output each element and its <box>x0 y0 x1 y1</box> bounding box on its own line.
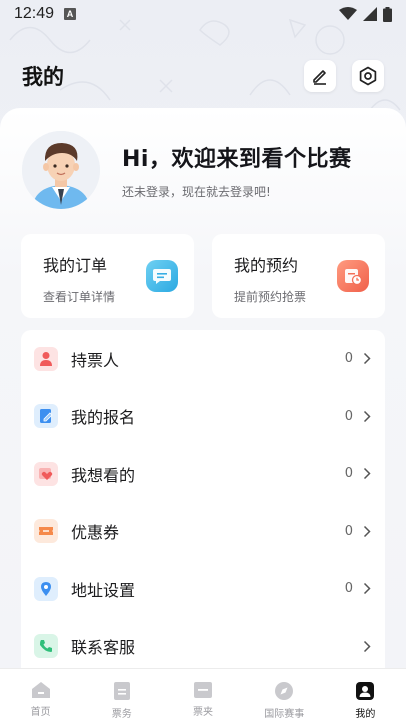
chevron-right-icon <box>363 583 371 595</box>
profile-icon <box>356 682 375 700</box>
greeting-text: Hi，欢迎来到看个比赛 <box>122 146 352 172</box>
tab-label: 首页 <box>30 707 51 718</box>
menu-label: 联系客服 <box>71 638 136 658</box>
pencil-icon <box>313 70 326 85</box>
notification-icon: A <box>64 8 77 20</box>
menu-count: 0 <box>344 408 353 424</box>
tab-international[interactable]: 国际赛事 <box>244 669 325 723</box>
login-prompt[interactable]: 还未登录，现在就去登录吧! <box>122 183 351 200</box>
menu-item-customer-service[interactable]: 联系客服 <box>21 618 385 676</box>
wifi-icon <box>339 7 357 20</box>
chevron-right-icon <box>363 410 371 422</box>
registration-icon <box>34 404 58 429</box>
menu-list: 持票人 0 我的报名 0 我想看的 0 优惠券 0 地址设置 0 联系客服 <box>21 330 385 690</box>
menu-item-coupons[interactable]: 优惠券 0 <box>21 503 385 561</box>
ticket-holder-icon <box>34 346 58 371</box>
menu-label: 我想看的 <box>71 465 136 485</box>
reservation-icon <box>337 260 369 292</box>
tab-profile[interactable]: 我的 <box>325 669 406 723</box>
page-header: 我的 <box>0 56 406 96</box>
battery-icon <box>383 6 392 22</box>
avatar-illustration <box>22 131 100 209</box>
menu-count: 0 <box>344 466 353 482</box>
page-title: 我的 <box>22 65 64 89</box>
my-reservations-card[interactable]: 我的预约 提前预约抢票 <box>212 234 385 318</box>
menu-item-ticket-holder[interactable]: 持票人 0 <box>21 330 385 388</box>
menu-count: 0 <box>344 523 353 539</box>
my-orders-card[interactable]: 我的订单 查看订单详情 <box>21 234 194 318</box>
menu-count: 0 <box>344 351 353 367</box>
status-bar: 12:49 A <box>0 0 406 28</box>
tab-home[interactable]: 首页 <box>0 669 81 723</box>
menu-item-registration[interactable]: 我的报名 0 <box>21 388 385 446</box>
chevron-right-icon <box>363 353 371 365</box>
home-icon <box>31 682 50 698</box>
menu-label: 持票人 <box>71 350 120 370</box>
signal-icon <box>363 7 377 21</box>
menu-item-address[interactable]: 地址设置 0 <box>21 560 385 618</box>
menu-label: 我的报名 <box>71 408 136 428</box>
profile-section[interactable]: Hi，欢迎来到看个比赛 还未登录，现在就去登录吧! <box>22 128 384 212</box>
settings-button[interactable] <box>352 60 384 92</box>
menu-label: 优惠券 <box>71 523 120 543</box>
chevron-right-icon <box>363 468 371 480</box>
tab-label: 我的 <box>355 709 376 720</box>
bottom-tab-bar: 首页 票务 票夹 国际赛事 我的 <box>0 668 406 723</box>
location-icon <box>34 576 58 601</box>
status-time: 12:49 <box>14 5 55 22</box>
ticket-folder-icon <box>194 682 212 698</box>
ticket-icon <box>113 682 130 700</box>
quick-cards: 我的订单 查看订单详情 我的预约 提前预约抢票 <box>21 234 385 318</box>
edit-button[interactable] <box>304 60 336 92</box>
chevron-right-icon <box>363 525 371 537</box>
tab-label: 票夹 <box>193 707 213 718</box>
menu-label: 地址设置 <box>71 580 136 600</box>
avatar[interactable] <box>22 131 100 209</box>
menu-item-wishlist[interactable]: 我想看的 0 <box>21 445 385 503</box>
tab-label: 国际赛事 <box>264 709 305 720</box>
gear-icon <box>359 66 377 86</box>
tab-tickets[interactable]: 票务 <box>81 669 162 723</box>
phone-icon <box>34 634 58 659</box>
coupon-icon <box>34 519 58 544</box>
heart-icon <box>34 461 58 486</box>
tab-ticket-folder[interactable]: 票夹 <box>162 669 243 723</box>
compass-icon <box>275 682 294 700</box>
tab-label: 票务 <box>111 709 132 720</box>
main-content: Hi，欢迎来到看个比赛 还未登录，现在就去登录吧! 我的订单 查看订单详情 我的… <box>0 108 406 690</box>
chevron-right-icon <box>363 640 371 652</box>
order-icon <box>146 260 178 292</box>
menu-count: 0 <box>344 581 353 597</box>
